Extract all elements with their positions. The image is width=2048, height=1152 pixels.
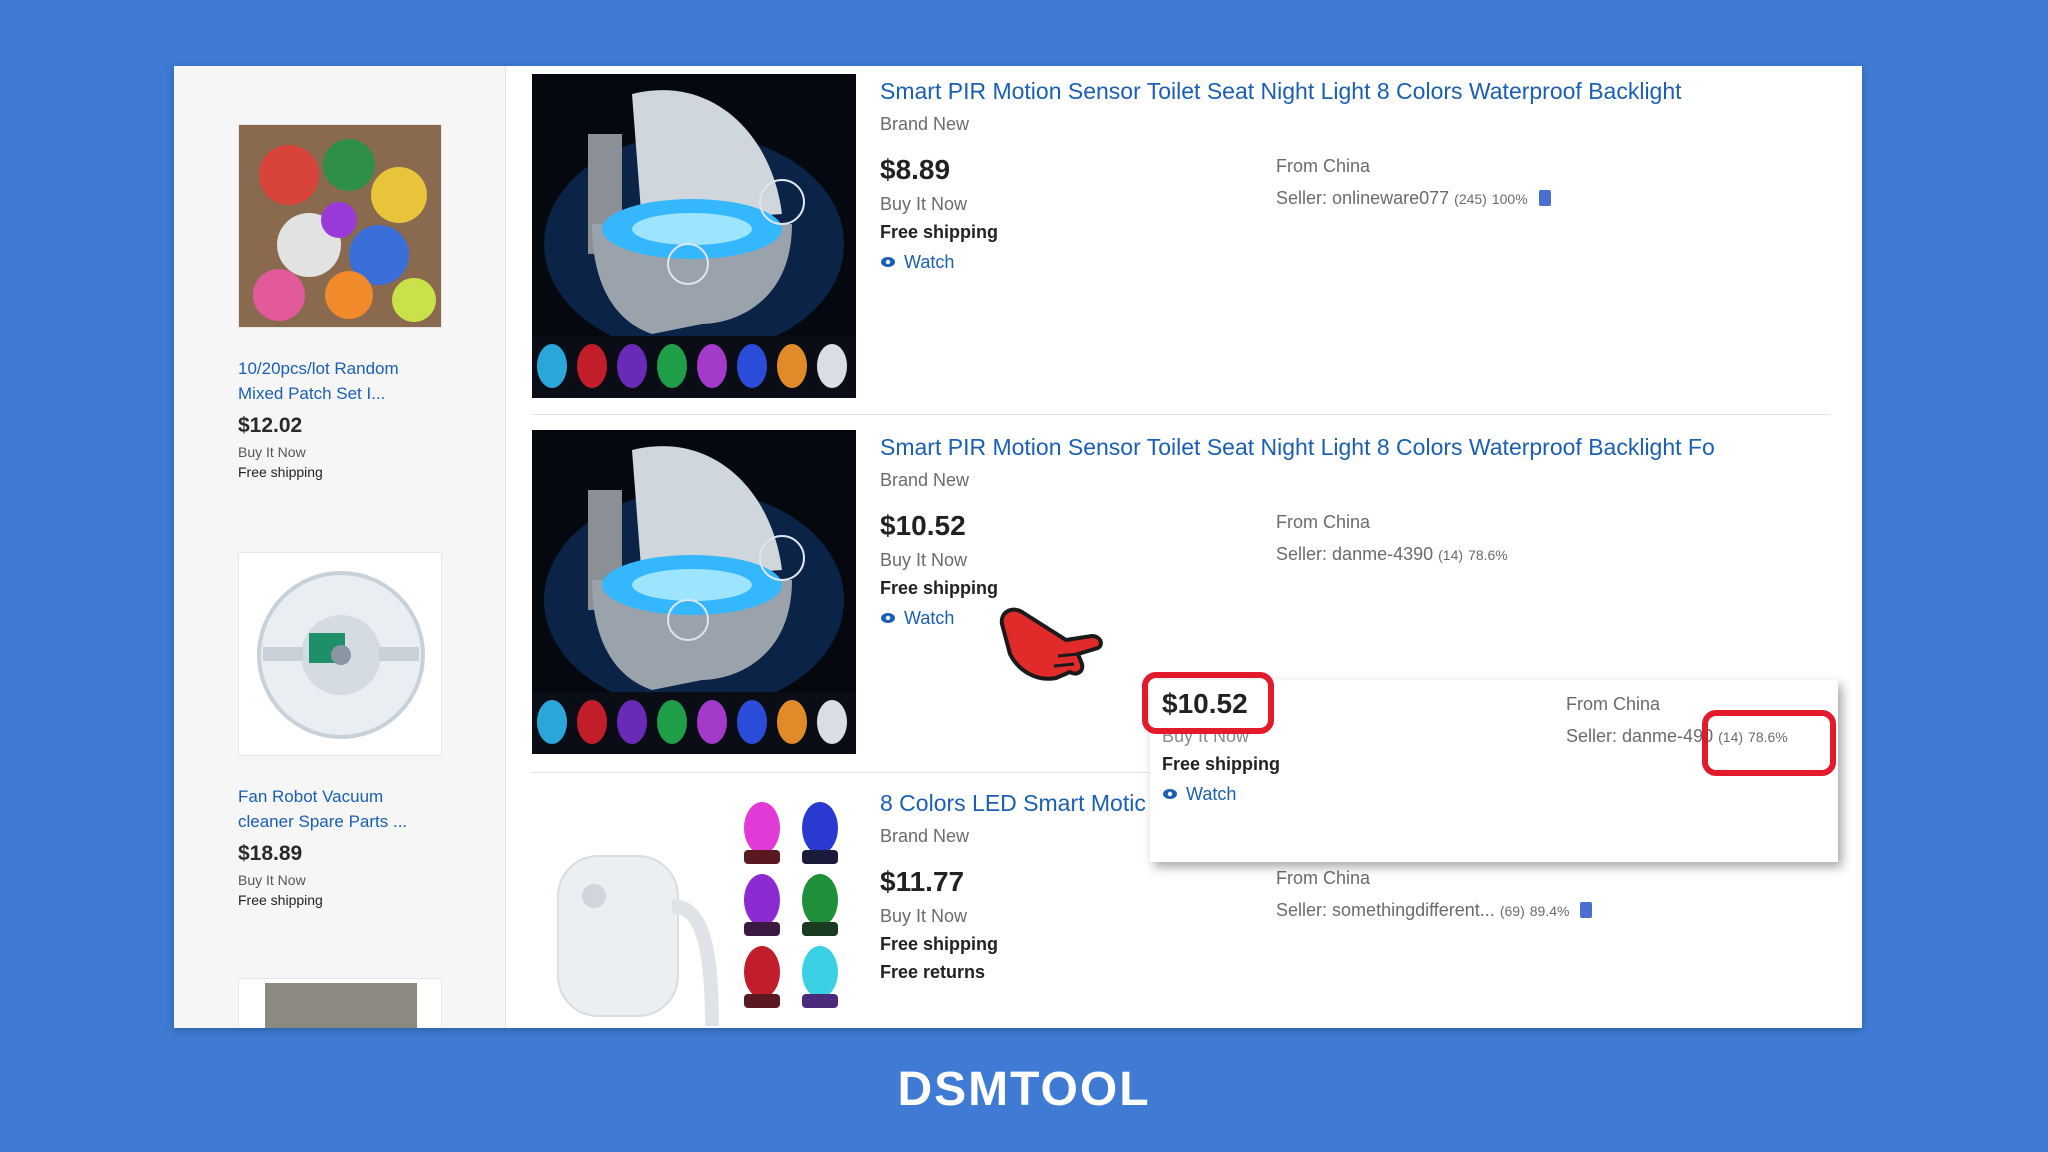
patches-thumbnail[interactable] <box>238 124 442 328</box>
listing-divider <box>532 414 1830 415</box>
eye-icon <box>880 608 896 629</box>
origin-label: From China <box>1276 512 1371 532</box>
callout-seller-name: Seller: danme-4 <box>1566 726 1694 746</box>
partial-thumbnail[interactable] <box>238 978 442 1028</box>
origin-label: From China <box>1276 868 1371 888</box>
top-rated-badge-icon <box>1580 902 1593 918</box>
sidebar-item-patches[interactable]: 10/20pcs/lot Random Mixed Patch Set I...… <box>238 124 448 480</box>
seller-feedback-percent: 89.4% <box>1529 903 1570 919</box>
sidebar-item-title[interactable]: 10/20pcs/lot Random Mixed Patch Set I... <box>238 356 448 406</box>
seller-feedback-percent: 100% <box>1491 191 1528 207</box>
eye-icon <box>1162 784 1178 805</box>
condition-label: Brand New <box>880 470 970 490</box>
related-items-sidebar: 10/20pcs/lot Random Mixed Patch Set I...… <box>174 66 506 1028</box>
listing-item[interactable]: Smart PIR Motion Sensor Toilet Seat Nigh… <box>532 74 1830 414</box>
listing-title[interactable]: 8 Colors LED Smart Motic <box>880 790 1146 817</box>
sidebar-item-vacuum-part[interactable]: Fan Robot Vacuum cleaner Spare Parts ...… <box>238 552 448 908</box>
pointing-hand-icon <box>996 592 1106 687</box>
condition-label: Brand New <box>880 114 970 134</box>
seller-name[interactable]: danme-4390 <box>1332 544 1433 564</box>
shipping-label: Free shipping <box>880 222 999 242</box>
title-line-2[interactable]: Mixed Patch Set I... <box>238 381 448 406</box>
seller-info: Seller: danme-4390 (14) 78.6% <box>1276 544 1508 565</box>
led-light-thumbnail[interactable] <box>532 786 856 1028</box>
top-rated-badge-icon <box>1538 190 1551 206</box>
seller-feedback-percent: 78.6% <box>1468 547 1508 563</box>
seller-feedback-count: (245) <box>1454 191 1487 207</box>
eye-icon <box>880 252 896 273</box>
seller-name[interactable]: onlineware077 <box>1332 188 1449 208</box>
vacuum-part-thumbnail[interactable] <box>238 552 442 756</box>
buy-it-now-label: Buy It Now <box>238 444 306 460</box>
listing-title[interactable]: Smart PIR Motion Sensor Toilet Seat Nigh… <box>880 434 1715 461</box>
watch-label[interactable]: Watch <box>904 608 954 629</box>
seller-info: Seller: somethingdifferent... (69) 89.4% <box>1276 900 1593 921</box>
seller-info: Seller: onlineware077 (245) 100% <box>1276 188 1551 209</box>
seller-feedback-count: (14) <box>1438 547 1464 563</box>
watch-link[interactable]: Watch <box>880 608 954 629</box>
callout-watch-link[interactable]: Watch <box>1162 784 1236 805</box>
seller-rating-highlight-box <box>1702 710 1836 776</box>
shipping-label: Free shipping <box>880 578 999 598</box>
shipping-label: Free shipping <box>238 464 323 480</box>
price-highlight-box <box>1142 672 1274 734</box>
callout-shipping: Free shipping <box>1162 754 1281 774</box>
seller-name[interactable]: somethingdifferent... <box>1332 900 1495 920</box>
watch-link[interactable]: Watch <box>880 252 954 273</box>
buy-it-now-label: Buy It Now <box>238 872 306 888</box>
sidebar-item-partial[interactable] <box>238 978 448 1028</box>
condition-label: Brand New <box>880 826 970 846</box>
toilet-light-thumbnail[interactable] <box>532 74 856 398</box>
brand-logo: DSMTOOL <box>897 1063 1151 1116</box>
sidebar-item-title[interactable]: Fan Robot Vacuum cleaner Spare Parts ... <box>238 784 448 834</box>
listing-price: $8.89 <box>880 154 951 185</box>
seller-feedback-count: (69) <box>1499 903 1525 919</box>
shipping-label: Free shipping <box>238 892 323 908</box>
watch-label[interactable]: Watch <box>904 252 954 273</box>
seller-label: Seller: <box>1276 188 1328 208</box>
title-line-1[interactable]: 10/20pcs/lot Random <box>238 356 448 381</box>
returns-label: Free returns <box>880 962 986 982</box>
seller-label: Seller: <box>1276 544 1328 564</box>
shipping-label: Free shipping <box>880 934 999 954</box>
toilet-light-thumbnail[interactable] <box>532 430 856 754</box>
listing-price: $11.77 <box>880 866 965 897</box>
origin-label: From China <box>1276 156 1371 176</box>
title-line-2[interactable]: cleaner Spare Parts ... <box>238 809 448 834</box>
listing-title[interactable]: Smart PIR Motion Sensor Toilet Seat Nigh… <box>880 78 1682 105</box>
title-line-1[interactable]: Fan Robot Vacuum <box>238 784 448 809</box>
watch-label[interactable]: Watch <box>1186 784 1236 805</box>
search-results-panel: 10/20pcs/lot Random Mixed Patch Set I...… <box>174 66 1862 1028</box>
callout-origin: From China <box>1566 694 1661 714</box>
sidebar-item-price: $12.02 <box>238 414 303 437</box>
buy-it-now-label: Buy It Now <box>880 550 968 570</box>
buy-it-now-label: Buy It Now <box>880 906 968 926</box>
sidebar-item-price: $18.89 <box>238 842 303 865</box>
buy-it-now-label: Buy It Now <box>880 194 968 214</box>
seller-label: Seller: <box>1276 900 1328 920</box>
listing-price: $10.52 <box>880 510 966 541</box>
